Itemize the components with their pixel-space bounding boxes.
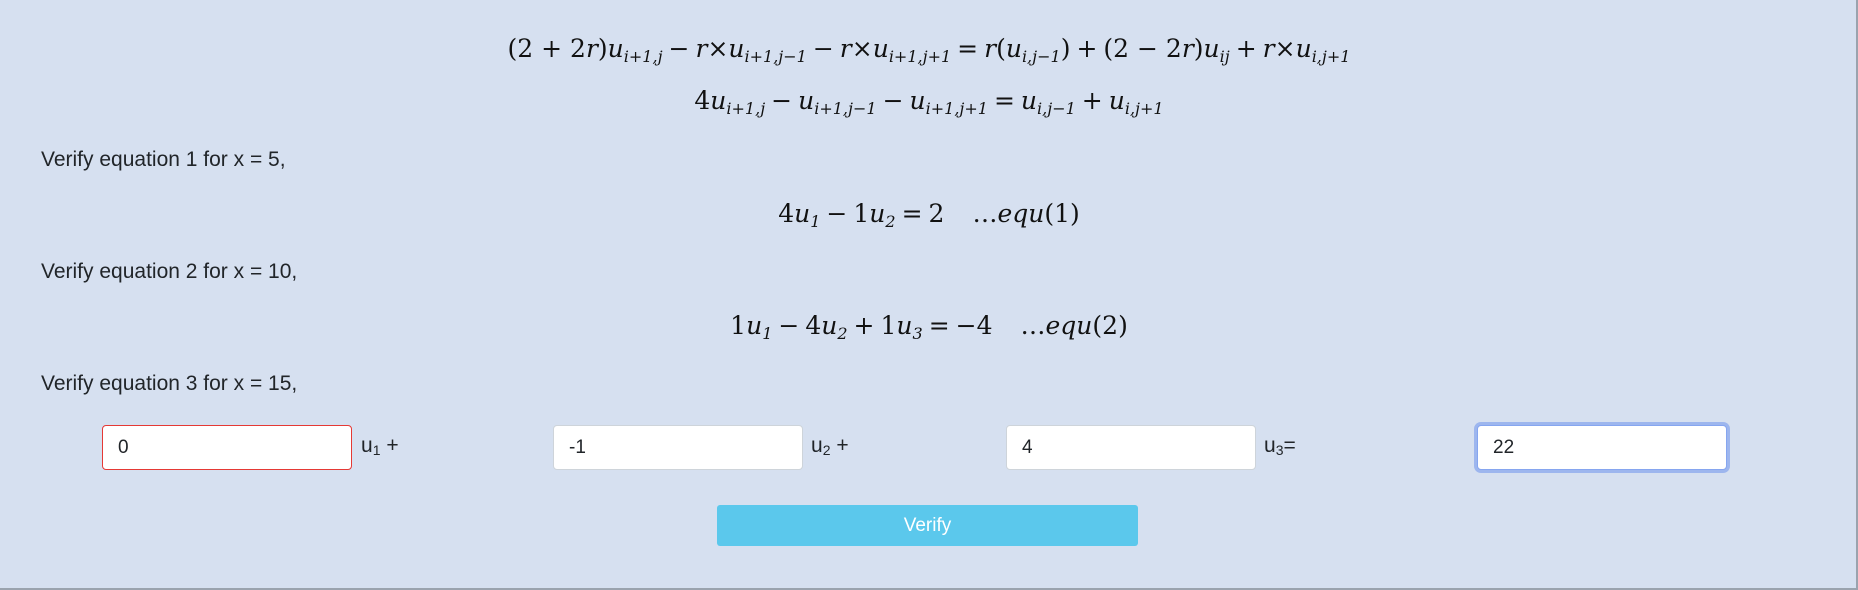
step-2-equation: 1u1−4u2 +1u3 = −4 …equ(2) [730, 311, 1128, 343]
scheme-equation-general: (2 + 2r)ui+1,j − r×ui+1,j−1− r×ui+1,j+1 = r(u… [507, 34, 1351, 66]
u1-label: u1 + [361, 434, 399, 458]
u2-label: u2 + [811, 434, 849, 458]
u3-label: u3= [1264, 434, 1296, 458]
verify-button[interactable]: Verify [717, 505, 1138, 546]
step-3-prompt: Verify equation 3 for x = 15, [41, 372, 298, 395]
step-2-prompt: Verify equation 2 for x = 10, [41, 260, 298, 283]
coefficient-u2-input[interactable] [553, 425, 803, 470]
coefficient-u1-input[interactable] [102, 425, 352, 470]
step-1-prompt: Verify equation 1 for x = 5, [41, 148, 286, 171]
step-1-equation: 4u1−1u2 = 2 …equ(1) [778, 199, 1080, 231]
coefficient-u3-input[interactable] [1006, 425, 1256, 470]
scheme-equation-simplified: 4ui+1,j − ui+1,j−1− ui+1,j+1 = ui,j−1 + ui,j+1 [694, 86, 1164, 118]
rhs-input[interactable] [1477, 425, 1727, 470]
